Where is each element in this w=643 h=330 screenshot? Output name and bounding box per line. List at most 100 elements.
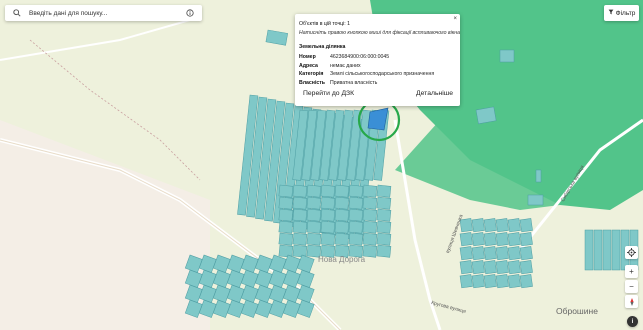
parcel[interactable] [306,184,322,198]
parcel[interactable] [471,246,485,261]
parcel[interactable] [593,229,603,271]
info-icon[interactable] [182,5,198,21]
parcel[interactable] [471,232,485,247]
parcel[interactable] [519,218,533,233]
parcel[interactable] [602,229,612,271]
parcel[interactable] [471,274,485,289]
parcel[interactable] [334,232,350,246]
zoom-in-button[interactable]: + [625,265,638,278]
parcel[interactable] [519,274,533,289]
parcel[interactable] [278,244,294,258]
parcel[interactable] [611,229,621,271]
parcel[interactable] [535,169,542,183]
close-icon[interactable]: × [453,16,457,22]
parcel[interactable] [320,208,336,222]
parcel[interactable] [584,229,594,271]
parcel[interactable] [362,196,378,210]
parcel[interactable] [376,184,392,198]
field-key: Адреса [299,62,318,69]
parcel[interactable] [459,232,473,247]
parcel[interactable] [292,208,308,222]
parcel[interactable] [292,196,308,210]
compass-button[interactable] [625,295,638,308]
locate-button[interactable] [625,246,638,259]
parcel[interactable] [459,274,473,289]
parcel[interactable] [527,194,544,206]
parcel[interactable] [519,246,533,261]
parcel[interactable] [306,232,322,246]
parcel[interactable] [499,49,515,63]
search-bar[interactable]: Введіть дані для пошуку... [5,5,202,21]
parcel[interactable] [471,260,485,275]
parcel[interactable] [483,232,497,247]
parcel[interactable] [306,208,322,222]
field-row: Власність Приватна власність [299,80,377,86]
parcel[interactable] [495,274,509,289]
parcel[interactable] [292,232,308,246]
parcel[interactable] [362,184,378,198]
parcel[interactable] [278,220,294,234]
parcel[interactable] [334,196,350,210]
objects-count: Об'єктів в цій точці: 1 [299,21,351,27]
parcel[interactable] [320,220,336,234]
parcel[interactable] [475,106,497,125]
parcel[interactable] [471,218,485,233]
parcel[interactable] [483,218,497,233]
search-input[interactable]: Введіть дані для пошуку... [25,10,182,17]
place-label-nova-doroha: Нова Дорога [318,255,366,264]
parcel[interactable] [320,232,336,246]
parcel[interactable] [495,232,509,247]
parcel[interactable] [459,246,473,261]
parcel[interactable] [334,220,350,234]
parcel[interactable] [519,232,533,247]
parcel[interactable] [483,274,497,289]
parcel[interactable] [459,260,473,275]
parcel[interactable] [507,274,521,289]
parcel[interactable] [334,208,350,222]
goto-dzk-button[interactable]: Перейти до ДЗК [300,89,357,98]
zoom-out-button[interactable]: − [625,280,638,293]
parcel[interactable] [362,232,378,246]
parcel[interactable] [278,232,294,246]
parcel[interactable] [495,218,509,233]
parcel[interactable] [362,220,378,234]
parcel[interactable] [376,220,392,234]
search-icon[interactable] [9,5,25,21]
parcel[interactable] [495,246,509,261]
parcel[interactable] [320,184,336,198]
filter-icon [608,9,614,17]
field-key: Категорія [299,71,324,77]
parcel[interactable] [376,244,392,258]
parcel[interactable] [278,184,294,198]
parcel[interactable] [376,196,392,210]
parcel[interactable] [376,232,392,246]
parcel[interactable] [348,196,364,210]
parcel[interactable] [348,220,364,234]
parcel[interactable] [292,244,308,258]
parcel[interactable] [507,218,521,233]
parcel[interactable] [292,220,308,234]
parcel[interactable] [306,220,322,234]
parcel[interactable] [292,184,308,198]
parcel[interactable] [334,184,350,198]
parcel[interactable] [348,232,364,246]
parcel[interactable] [507,260,521,275]
parcel[interactable] [507,246,521,261]
parcel[interactable] [278,196,294,210]
parcel[interactable] [348,208,364,222]
parcel[interactable] [507,232,521,247]
field-value: Землі сільськогосподарського призначення [330,71,435,77]
parcel[interactable] [306,196,322,210]
parcel[interactable] [320,196,336,210]
filter-button[interactable]: Фільтр [604,5,639,21]
parcel[interactable] [278,208,294,222]
parcel[interactable] [376,208,392,222]
parcel[interactable] [519,260,533,275]
parcel[interactable] [348,184,364,198]
parcel[interactable] [483,260,497,275]
parcel[interactable] [495,260,509,275]
details-button[interactable]: Детальніше [413,89,456,98]
attribution-button[interactable]: i [627,316,638,327]
parcel[interactable] [362,208,378,222]
parcel[interactable] [483,246,497,261]
